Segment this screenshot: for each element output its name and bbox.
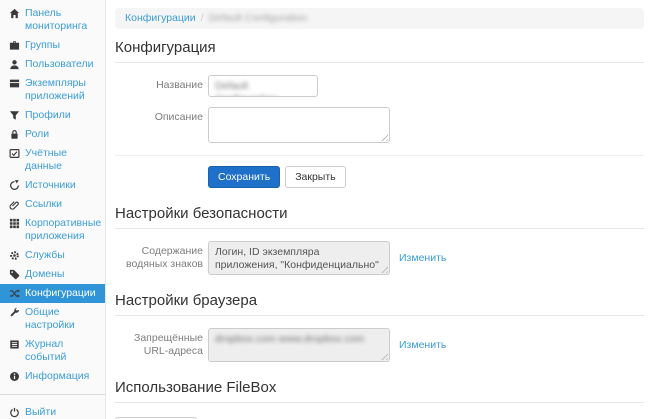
form-row-blocked-urls: Запрещённые URL-адреса dropbox.com www.d…	[115, 328, 644, 362]
name-value: Default Configuration	[215, 80, 277, 97]
sidebar-item-label: Ссылки	[25, 198, 99, 211]
watermark-textarea: Логин, ID экземпляра приложения, "Конфид…	[208, 241, 390, 275]
sidebar-item-roles[interactable]: Роли	[0, 125, 105, 144]
app-window-icon	[8, 77, 20, 89]
sidebar-item-label: Источники	[25, 179, 99, 192]
info-icon	[8, 370, 20, 382]
user-icon	[8, 58, 20, 70]
sidebar-item-information[interactable]: Информация	[0, 367, 105, 386]
form-row-watermark: Содержание водяных знаков Логин, ID экзе…	[115, 241, 644, 275]
section-title-configuration: Конфигурация	[115, 39, 644, 56]
breadcrumb-current: Default Configuration	[209, 12, 308, 24]
section-filebox: Использование FileBox Запретить Корневой…	[115, 379, 644, 419]
gear-icon	[8, 249, 20, 261]
sidebar-item-label: Общие настройки	[25, 306, 99, 332]
form-row-name: Название Default Configuration	[115, 75, 644, 97]
sidebar-item-event-log[interactable]: Журнал событий	[0, 335, 105, 367]
sidebar-item-domains[interactable]: Домены	[0, 265, 105, 284]
section-configuration: Конфигурация Название Default Configurat…	[115, 39, 644, 188]
sidebar-item-label: Пользователи	[25, 58, 99, 71]
close-button[interactable]: Закрыть	[285, 166, 345, 188]
watermark-label: Содержание водяных знаков	[115, 241, 203, 275]
blocked-urls-value: dropbox.com www.dropbox.com	[215, 333, 364, 345]
sidebar-item-label: Панель мониторинга	[25, 7, 99, 33]
name-label: Название	[115, 75, 203, 97]
watermark-edit-link[interactable]: Изменить	[399, 252, 446, 264]
divider	[115, 402, 644, 403]
power-icon	[8, 406, 20, 418]
section-browser: Настройки браузера Запрещённые URL-адрес…	[115, 292, 644, 362]
divider	[115, 155, 644, 156]
list-icon	[8, 338, 20, 350]
sidebar-item-label: Профили	[25, 109, 99, 122]
home-icon	[8, 7, 20, 19]
lock-icon	[8, 128, 20, 140]
tag-icon	[8, 268, 20, 280]
sidebar-item-label: Выйти	[25, 406, 99, 419]
section-title-security: Настройки безопасности	[115, 205, 644, 222]
sidebar-item-label: Корпоративные приложения	[25, 217, 101, 243]
blocked-urls-label: Запрещённые URL-адреса	[115, 328, 203, 362]
description-textarea[interactable]	[208, 107, 390, 143]
paperclip-icon	[8, 198, 20, 210]
sidebar-item-label: Учётные данные	[25, 147, 99, 173]
sidebar-item-corporate-apps[interactable]: Корпоративные приложения	[0, 214, 105, 246]
sidebar-item-dashboard[interactable]: Панель мониторинга	[0, 4, 105, 36]
sidebar-item-profiles[interactable]: Профили	[0, 106, 105, 125]
sidebar-item-label: Информация	[25, 370, 99, 383]
divider	[115, 228, 644, 229]
sidebar: Панель мониторинга Группы Пользователи Э…	[0, 0, 106, 419]
sidebar-item-label: Домены	[25, 268, 99, 281]
breadcrumb-link-configurations[interactable]: Конфигурации	[125, 12, 196, 24]
sidebar-divider	[0, 394, 105, 395]
sidebar-item-credentials[interactable]: Учётные данные	[0, 144, 105, 176]
sidebar-item-label: Группы	[25, 39, 99, 52]
sidebar-item-label: Конфигурации	[25, 287, 99, 300]
admin-console: Панель мониторинга Группы Пользователи Э…	[0, 0, 650, 419]
blocked-urls-edit-link[interactable]: Изменить	[399, 339, 446, 351]
divider	[115, 62, 644, 63]
sidebar-item-services[interactable]: Службы	[0, 246, 105, 265]
refresh-icon	[8, 179, 20, 191]
sidebar-item-users[interactable]: Пользователи	[0, 55, 105, 74]
filter-icon	[8, 109, 20, 121]
sidebar-item-groups[interactable]: Группы	[0, 36, 105, 55]
main-content: Конфигурации / Default Configuration Конфи…	[106, 0, 650, 419]
breadcrumb-separator: /	[201, 12, 204, 24]
name-input[interactable]: Default Configuration	[208, 75, 318, 97]
sidebar-item-links[interactable]: Ссылки	[0, 195, 105, 214]
sidebar-item-configurations[interactable]: Конфигурации	[0, 284, 105, 303]
sidebar-item-app-instances[interactable]: Экземпляры приложений	[0, 74, 105, 106]
section-title-browser: Настройки браузера	[115, 292, 644, 309]
sidebar-item-label: Экземпляры приложений	[25, 77, 99, 103]
save-button[interactable]: Сохранить	[208, 166, 280, 188]
divider	[115, 315, 644, 316]
sidebar-item-general-settings[interactable]: Общие настройки	[0, 303, 105, 335]
breadcrumb: Конфигурации / Default Configuration	[115, 8, 644, 29]
shuffle-icon	[8, 287, 20, 299]
sidebar-item-label: Роли	[25, 128, 99, 141]
sidebar-item-logout[interactable]: Выйти	[0, 403, 105, 419]
watermark-value: Логин, ID экземпляра приложения, "Конфид…	[215, 246, 379, 271]
section-title-filebox: Использование FileBox	[115, 379, 644, 396]
credentials-icon	[8, 147, 20, 159]
form-actions: Сохранить Закрыть	[208, 166, 644, 188]
wrench-icon	[8, 306, 20, 318]
section-security: Настройки безопасности Содержание водяны…	[115, 205, 644, 275]
sidebar-item-label: Журнал событий	[25, 338, 99, 364]
sidebar-item-sources[interactable]: Источники	[0, 176, 105, 195]
description-label: Описание	[115, 107, 203, 143]
briefcase-icon	[8, 39, 20, 51]
blocked-urls-textarea: dropbox.com www.dropbox.com	[208, 328, 390, 362]
form-row-description: Описание	[115, 107, 644, 143]
grid-icon	[8, 217, 20, 229]
sidebar-item-label: Службы	[25, 249, 99, 262]
